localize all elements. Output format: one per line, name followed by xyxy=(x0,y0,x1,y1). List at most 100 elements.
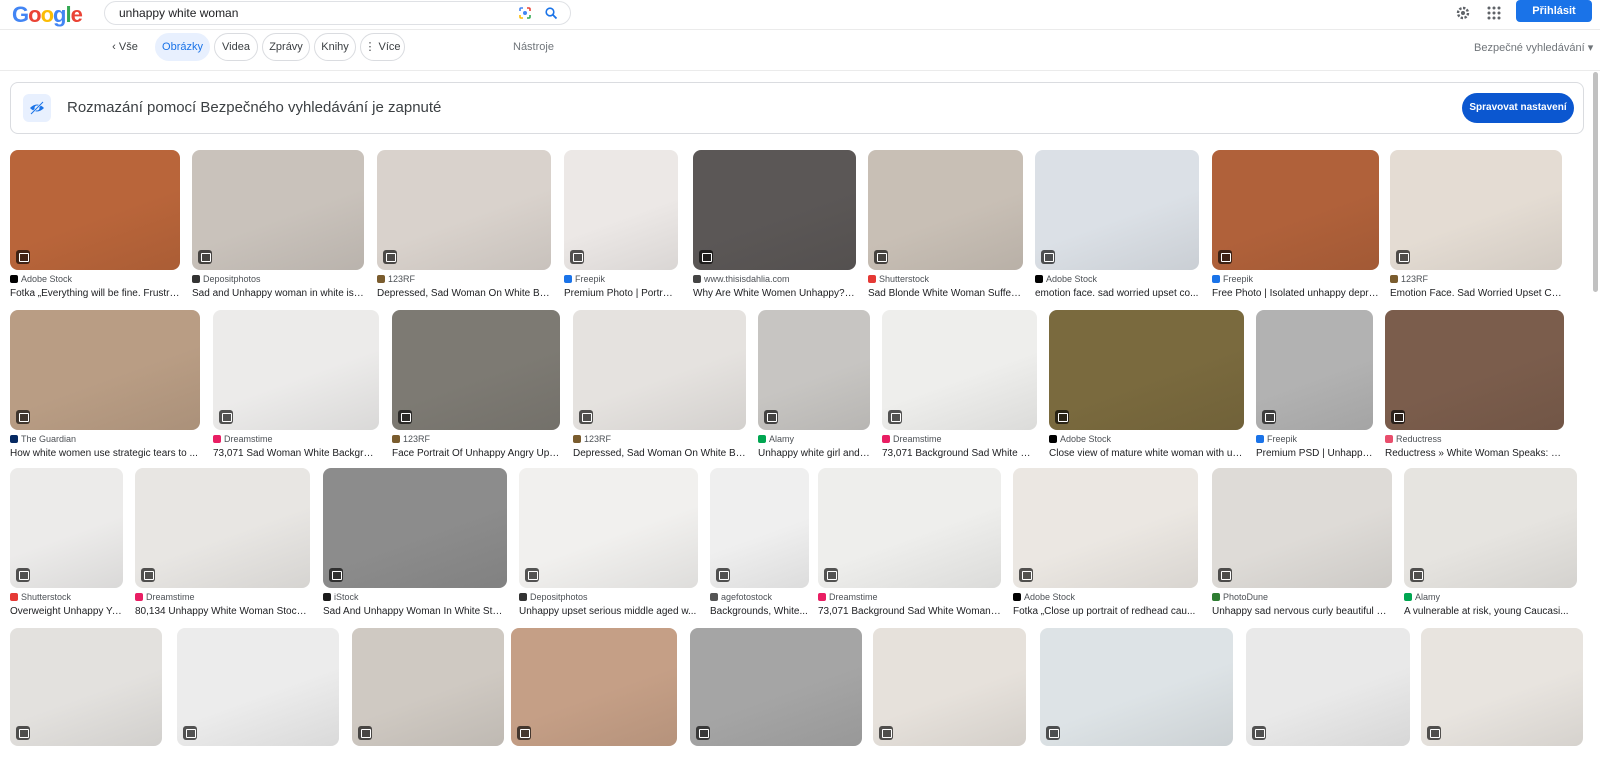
image-thumbnail[interactable] xyxy=(710,468,809,588)
image-thumbnail[interactable] xyxy=(1035,150,1199,270)
result-caption[interactable]: Reductress » White Woman Speaks: "T... xyxy=(1385,448,1564,461)
image-result[interactable]: Dreamstime 73,071 Background Sad White W.… xyxy=(882,310,1037,461)
image-result[interactable]: 123RF Depressed, Sad Woman On White Bac..… xyxy=(573,310,746,461)
result-caption[interactable]: Unhappy white girl and ... xyxy=(758,448,870,461)
tools-button[interactable]: Nástroje xyxy=(513,41,554,53)
image-thumbnail[interactable] xyxy=(1013,468,1198,588)
image-thumbnail[interactable] xyxy=(818,468,1001,588)
result-source[interactable]: Adobe Stock xyxy=(10,274,180,286)
tab-news[interactable]: Zprávy xyxy=(262,33,310,61)
image-result[interactable]: Freepik Premium PSD | Unhappy... xyxy=(1256,310,1373,461)
image-result[interactable]: Shutterstock Overweight Unhappy Yo... xyxy=(10,468,123,619)
image-result[interactable]: Reductress Reductress » White Woman Speak… xyxy=(1385,310,1564,461)
result-caption[interactable]: 73,071 Sad Woman White Backgrou... xyxy=(213,448,379,461)
result-source[interactable]: The Guardian xyxy=(10,434,200,446)
image-thumbnail[interactable] xyxy=(10,468,123,588)
image-thumbnail[interactable] xyxy=(1421,628,1583,746)
result-source[interactable]: Alamy xyxy=(758,434,870,446)
google-lens-icon[interactable] xyxy=(518,6,532,20)
image-thumbnail[interactable] xyxy=(519,468,698,588)
image-result[interactable]: 123RF Depressed, Sad Woman On White Bac..… xyxy=(377,150,551,301)
image-thumbnail[interactable] xyxy=(868,150,1023,270)
image-thumbnail[interactable] xyxy=(10,150,180,270)
image-result[interactable] xyxy=(873,628,1026,746)
result-source[interactable]: Depositphotos xyxy=(192,274,364,286)
result-source[interactable]: 123RF xyxy=(573,434,746,446)
result-source[interactable]: 123RF xyxy=(392,434,560,446)
result-caption[interactable]: Emotion Face. Sad Worried Upset Co... xyxy=(1390,288,1562,301)
image-result[interactable]: agefotostock Backgrounds, White... xyxy=(710,468,809,619)
result-caption[interactable]: How white women use strategic tears to .… xyxy=(10,448,200,461)
image-thumbnail[interactable] xyxy=(1246,628,1410,746)
result-source[interactable]: Reductress xyxy=(1385,434,1564,446)
image-result[interactable]: Freepik Free Photo | Isolated unhappy dep… xyxy=(1212,150,1379,301)
image-thumbnail[interactable] xyxy=(1404,468,1577,588)
image-thumbnail[interactable] xyxy=(10,628,162,746)
result-caption[interactable]: Unhappy sad nervous curly beautiful wo..… xyxy=(1212,606,1392,619)
image-thumbnail[interactable] xyxy=(192,150,364,270)
result-source[interactable]: Adobe Stock xyxy=(1049,434,1244,446)
image-result[interactable]: Dreamstime 73,071 Background Sad White Wo… xyxy=(818,468,1001,619)
image-thumbnail[interactable] xyxy=(1390,150,1562,270)
image-result[interactable]: Adobe Stock emotion face. sad worried ups… xyxy=(1035,150,1199,301)
result-source[interactable]: agefotostock xyxy=(710,592,809,604)
image-result[interactable] xyxy=(352,628,504,746)
image-result[interactable]: Alamy Unhappy white girl and ... xyxy=(758,310,870,461)
result-caption[interactable]: Overweight Unhappy Yo... xyxy=(10,606,123,619)
image-thumbnail[interactable] xyxy=(693,150,856,270)
image-result[interactable]: 123RF Face Portrait Of Unhappy Angry Ups.… xyxy=(392,310,560,461)
result-caption[interactable]: Depressed, Sad Woman On White Bac... xyxy=(377,288,551,301)
result-source[interactable]: Freepik xyxy=(1212,274,1379,286)
result-source[interactable]: Adobe Stock xyxy=(1013,592,1198,604)
image-result[interactable] xyxy=(511,628,677,746)
image-thumbnail[interactable] xyxy=(177,628,339,746)
image-thumbnail[interactable] xyxy=(213,310,379,430)
image-thumbnail[interactable] xyxy=(564,150,678,270)
result-caption[interactable]: Why Are White Women Unhappy? - ... xyxy=(693,288,856,301)
image-result[interactable]: Alamy A vulnerable at risk, young Caucasi… xyxy=(1404,468,1577,619)
apps-grid-icon[interactable] xyxy=(1485,4,1503,22)
image-thumbnail[interactable] xyxy=(1212,150,1379,270)
result-source[interactable]: Dreamstime xyxy=(818,592,1001,604)
tab-all[interactable]: ‹ Vše xyxy=(104,33,146,61)
tab-images[interactable]: Obrázky xyxy=(155,33,210,61)
result-source[interactable]: Dreamstime xyxy=(882,434,1037,446)
image-result[interactable]: iStock Sad And Unhappy Woman In White Sto… xyxy=(323,468,507,619)
sign-in-button[interactable]: Přihlásit xyxy=(1516,0,1592,22)
image-thumbnail[interactable] xyxy=(10,310,200,430)
image-result[interactable]: Adobe Stock Fotka „Close up portrait of r… xyxy=(1013,468,1198,619)
image-thumbnail[interactable] xyxy=(758,310,870,430)
result-source[interactable]: Shutterstock xyxy=(10,592,123,604)
image-result[interactable]: Depositphotos Sad and Unhappy woman in wh… xyxy=(192,150,364,301)
result-caption[interactable]: 73,071 Background Sad White W... xyxy=(882,448,1037,461)
image-result[interactable]: 123RF Emotion Face. Sad Worried Upset Co.… xyxy=(1390,150,1562,301)
result-source[interactable]: 123RF xyxy=(377,274,551,286)
result-source[interactable]: iStock xyxy=(323,592,507,604)
image-result[interactable] xyxy=(1040,628,1233,746)
result-source[interactable]: Dreamstime xyxy=(213,434,379,446)
search-input[interactable] xyxy=(119,5,489,21)
result-source[interactable]: www.thisisdahlia.com xyxy=(693,274,856,286)
image-thumbnail[interactable] xyxy=(323,468,507,588)
image-result[interactable]: Freepik Premium Photo | Portrai... xyxy=(564,150,678,301)
image-result[interactable] xyxy=(10,628,162,746)
result-source[interactable]: 123RF xyxy=(1390,274,1562,286)
image-thumbnail[interactable] xyxy=(573,310,746,430)
image-thumbnail[interactable] xyxy=(511,628,677,746)
image-result[interactable]: Dreamstime 80,134 Unhappy White Woman Sto… xyxy=(135,468,310,619)
result-caption[interactable]: Fotka „Close up portrait of redhead cau.… xyxy=(1013,606,1198,619)
image-thumbnail[interactable] xyxy=(1212,468,1392,588)
result-caption[interactable]: 80,134 Unhappy White Woman Stock ... xyxy=(135,606,310,619)
result-source[interactable]: Depositphotos xyxy=(519,592,698,604)
tab-more[interactable]: ⋮ Více xyxy=(360,33,405,61)
result-source[interactable]: PhotoDune xyxy=(1212,592,1392,604)
image-result[interactable]: The Guardian How white women use strategi… xyxy=(10,310,200,461)
result-caption[interactable]: Depressed, Sad Woman On White Bac... xyxy=(573,448,746,461)
image-thumbnail[interactable] xyxy=(882,310,1037,430)
result-caption[interactable]: Premium PSD | Unhappy... xyxy=(1256,448,1373,461)
image-thumbnail[interactable] xyxy=(1256,310,1373,430)
image-result[interactable] xyxy=(177,628,339,746)
result-caption[interactable]: Sad and Unhappy woman in white is c... xyxy=(192,288,364,301)
image-result[interactable]: www.thisisdahlia.com Why Are White Women … xyxy=(693,150,856,301)
image-result[interactable]: PhotoDune Unhappy sad nervous curly beaut… xyxy=(1212,468,1392,619)
